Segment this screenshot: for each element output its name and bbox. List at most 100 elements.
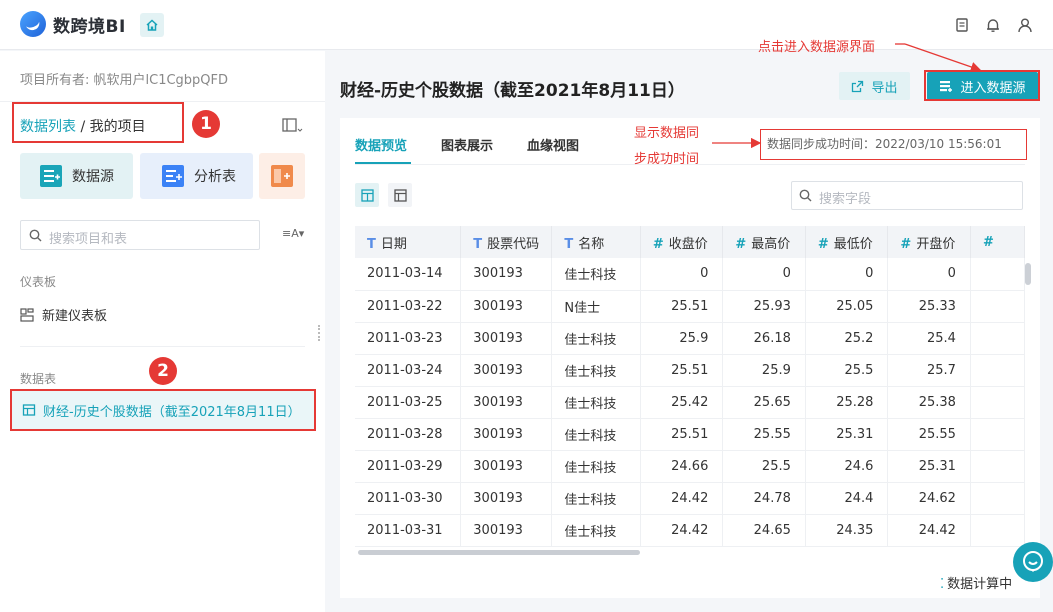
project-owner: 项目所有者: 帆软用户lC1CgbpQFD (20, 73, 229, 88)
active-tab-indicator (355, 162, 411, 164)
column-label: 最低价 (833, 236, 873, 252)
export-button[interactable]: 导出 (839, 72, 910, 100)
table-cell (970, 258, 1025, 291)
search-placeholder: 搜索项目和表 (49, 232, 128, 247)
table-row[interactable]: 2011-03-24 300193 佳士科技 25.51 25.9 25.5 25.7 (355, 354, 1025, 387)
detail-view-icon (393, 188, 407, 202)
column-header[interactable]: # 收盘价 (640, 226, 724, 258)
column-header[interactable]: T 股票代码 (460, 226, 553, 258)
column-header[interactable]: T 名称 (551, 226, 641, 258)
search-icon (799, 189, 812, 202)
table-cell: 2011-03-31 (355, 514, 462, 547)
field-search-input[interactable]: 搜索字段 (791, 181, 1023, 210)
table-row[interactable]: 2011-03-14 300193 佳士科技 0 0 0 0 (355, 258, 1025, 291)
column-header[interactable]: T 日期 (355, 226, 462, 258)
column-header[interactable]: # 最高价 (722, 226, 806, 258)
export-label: 导出 (871, 80, 898, 96)
table-cell: 2011-03-25 (355, 386, 462, 419)
table-cell: 24.42 (640, 514, 724, 547)
field-search-placeholder: 搜索字段 (819, 192, 872, 207)
detail-view-button[interactable] (388, 183, 412, 207)
text-type-icon: T (473, 236, 483, 252)
table-cell (970, 322, 1025, 355)
table-cell: 25.55 (887, 418, 971, 451)
horizontal-scrollbar[interactable] (358, 550, 640, 555)
table-cell: 25.05 (805, 290, 889, 323)
vertical-scrollbar[interactable] (1025, 263, 1031, 285)
annotation-box-table (10, 389, 316, 431)
new-dashboard-item[interactable]: 新建仪表板 (20, 305, 107, 324)
column-header[interactable]: # 最低价 (805, 226, 889, 258)
analysis-table-label: 分析表 (194, 169, 236, 185)
home-button[interactable] (140, 13, 164, 37)
data-panel: 数据预览 图表展示 血缘视图 数据同步成功时间：2022/03/10 15:56… (340, 118, 1040, 598)
more-action-button[interactable] (259, 153, 305, 199)
table-view-button[interactable] (355, 183, 379, 207)
table-section-title: 数据表 (20, 372, 57, 386)
chat-button[interactable] (1013, 542, 1053, 582)
computing-label: 数据计算中 (947, 577, 1013, 592)
table-cell: 24.66 (640, 450, 724, 483)
project-search-input[interactable]: 搜索项目和表 (20, 220, 260, 250)
table-cell: 300193 (460, 514, 553, 547)
table-cell: 0 (722, 258, 806, 291)
analysis-table-button[interactable]: 分析表 (140, 153, 253, 199)
table-cell: 24.4 (805, 482, 889, 515)
table-cell: 0 (887, 258, 971, 291)
bell-icon[interactable] (984, 16, 1002, 34)
table-cell: 300193 (460, 258, 553, 291)
tab-chart-view[interactable]: 图表展示 (441, 135, 493, 154)
table-cell: 25.7 (887, 354, 971, 387)
loading-icon: ⁚ (940, 577, 945, 592)
app-name: 数跨境BI (53, 16, 126, 37)
search-icon (29, 229, 42, 242)
table-row[interactable]: 2011-03-31 300193 佳士科技 24.42 24.65 24.35 24.42 (355, 514, 1025, 547)
datasource-button[interactable]: 数据源 (20, 153, 133, 199)
user-icon[interactable] (1016, 16, 1034, 34)
table-cell: 2011-03-22 (355, 290, 462, 323)
tab-lineage-view[interactable]: 血缘视图 (527, 135, 579, 154)
table-cell: 300193 (460, 322, 553, 355)
table-cell: 2011-03-28 (355, 418, 462, 451)
table-cell (970, 290, 1025, 323)
layout-toggle-icon[interactable] (282, 117, 304, 135)
table-cell (970, 450, 1025, 483)
annotation-box-sync-time (760, 129, 1027, 160)
column-header[interactable]: # (970, 226, 1025, 258)
table-cell: 佳士科技 (551, 322, 641, 355)
table-view-icon (360, 188, 374, 202)
table-cell: 佳士科技 (551, 450, 641, 483)
number-type-icon: # (652, 236, 664, 252)
new-dashboard-label: 新建仪表板 (42, 309, 108, 324)
divider (20, 346, 305, 347)
table-row[interactable]: 2011-03-29 300193 佳士科技 24.66 25.5 24.6 25.31 (355, 450, 1025, 483)
table-cell: 佳士科技 (551, 354, 641, 387)
table-cell: 26.18 (722, 322, 806, 355)
datasource-label: 数据源 (72, 169, 114, 185)
app-logo[interactable]: 数跨境BI (20, 11, 126, 37)
tab-data-preview[interactable]: 数据预览 (355, 135, 407, 154)
table-cell: 24.65 (722, 514, 806, 547)
table-row[interactable]: 2011-03-22 300193 N佳士 25.51 25.93 25.05 25.33 (355, 290, 1025, 323)
datasource-icon (40, 165, 62, 187)
data-table-container[interactable]: T 日期 T 股票代码 T 名称 # 收盘价 # 最高价 # 最低价 # 开盘价 # 2011… (355, 226, 1025, 556)
table-row[interactable]: 2011-03-28 300193 佳士科技 25.51 25.55 25.31 25.55 (355, 418, 1025, 451)
column-label: 股票代码 (487, 236, 540, 252)
resize-handle[interactable] (318, 325, 321, 341)
sort-icon[interactable]: ≡A▾ (282, 227, 304, 240)
table-cell: 24.42 (887, 514, 971, 547)
table-cell: 25.33 (887, 290, 971, 323)
table-cell: 25.42 (640, 386, 724, 419)
table-cell: 佳士科技 (551, 386, 641, 419)
table-row[interactable]: 2011-03-25 300193 佳士科技 25.42 25.65 25.28 25.38 (355, 386, 1025, 419)
table-cell: 佳士科技 (551, 514, 641, 547)
number-type-icon: # (900, 236, 912, 252)
table-cell: 25.31 (805, 418, 889, 451)
table-cell: 25.4 (887, 322, 971, 355)
document-icon[interactable] (953, 16, 971, 34)
column-header[interactable]: # 开盘价 (887, 226, 971, 258)
table-row[interactable]: 2011-03-23 300193 佳士科技 25.9 26.18 25.2 25.4 (355, 322, 1025, 355)
column-label: 收盘价 (668, 236, 708, 252)
table-row[interactable]: 2011-03-30 300193 佳士科技 24.42 24.78 24.4 24.62 (355, 482, 1025, 515)
page-title: 财经-历史个股数据（截至2021年8月11日） (340, 81, 685, 101)
